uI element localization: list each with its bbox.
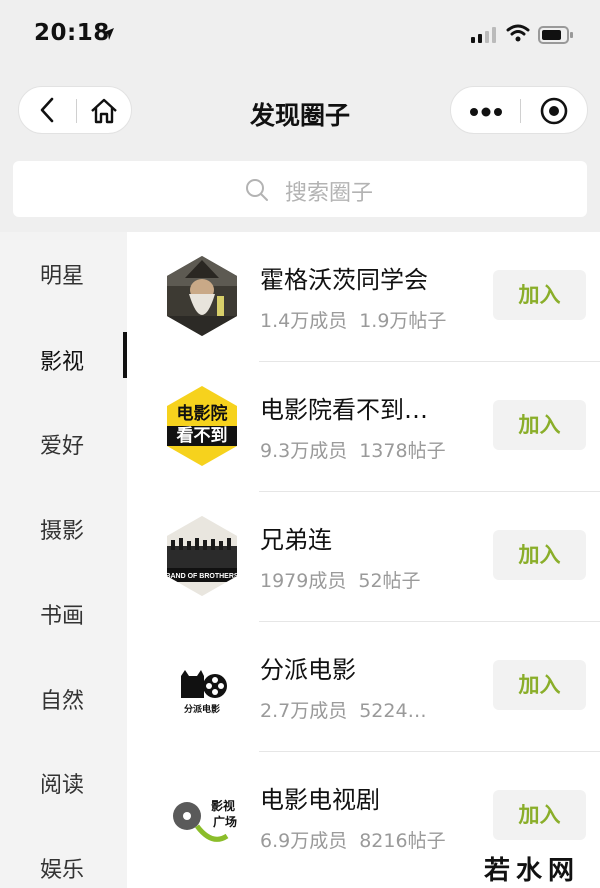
circle-avatar: BAND OF BROTHERS bbox=[167, 516, 237, 596]
location-arrow-icon bbox=[102, 28, 114, 40]
search-input[interactable]: 搜索圈子 bbox=[13, 161, 587, 217]
sidebar-item-label: 娱乐 bbox=[40, 858, 85, 883]
circle-avatar: 电影院 看不到 bbox=[167, 386, 237, 466]
circle-name: 分派电影 bbox=[260, 656, 356, 684]
list-item[interactable]: 霍格沃茨同学会 1.4万成员 1.9万帖子 加入 bbox=[127, 232, 600, 362]
sidebar-item-photography[interactable]: 摄影 bbox=[0, 499, 127, 559]
post-count: 1378帖子 bbox=[359, 440, 446, 462]
sidebar-item-label: 明星 bbox=[40, 264, 85, 289]
circle-stats: 9.3万成员 1378帖子 bbox=[260, 436, 446, 463]
member-count: 6.9万成员 bbox=[260, 830, 348, 852]
circle-avatar: 影视 广场 bbox=[167, 776, 237, 856]
svg-text:影视: 影视 bbox=[211, 798, 235, 813]
post-count: 52帖子 bbox=[358, 570, 421, 592]
nav-divider bbox=[520, 99, 521, 123]
close-miniprogram-icon[interactable] bbox=[539, 96, 569, 126]
sidebar-item-reading[interactable]: 阅读 bbox=[0, 753, 127, 813]
sidebar-item-label: 书画 bbox=[40, 604, 85, 629]
sidebar-item-label: 自然 bbox=[40, 689, 85, 714]
sidebar-item-hobbies[interactable]: 爱好 bbox=[0, 414, 127, 474]
sidebar-item-entertainment[interactable]: 娱乐 bbox=[0, 838, 127, 888]
svg-text:广场: 广场 bbox=[213, 814, 237, 829]
post-count: 1.9万帖子 bbox=[359, 310, 447, 332]
site-watermark: 若水网 bbox=[484, 856, 581, 886]
search-placeholder: 搜索圈子 bbox=[285, 181, 374, 206]
join-button[interactable]: 加入 bbox=[493, 530, 586, 580]
status-bar: 20:18 bbox=[0, 0, 600, 70]
wizard-avatar-image bbox=[167, 256, 237, 336]
cat-film-reel-logo: 分派电影 bbox=[167, 646, 237, 726]
category-sidebar: 明星 影视 爱好 摄影 书画 自然 阅读 娱乐 bbox=[0, 232, 127, 888]
avatar-logo-text: 电影院 看不到 bbox=[167, 404, 237, 448]
circle-stats: 6.9万成员 8216帖子 bbox=[260, 826, 446, 853]
search-icon bbox=[246, 179, 268, 201]
circle-list: 霍格沃茨同学会 1.4万成员 1.9万帖子 加入 电影院 看不到 电影院看不到… … bbox=[127, 232, 600, 888]
sidebar-item-nature[interactable]: 自然 bbox=[0, 669, 127, 729]
circle-stats: 1979成员 52帖子 bbox=[260, 566, 421, 593]
list-item[interactable]: 分派电影 分派电影 2.7万成员 5224… 加入 bbox=[127, 622, 600, 752]
soldiers-poster-image: BAND OF BROTHERS bbox=[167, 516, 237, 596]
member-count: 2.7万成员 bbox=[260, 700, 348, 722]
battery-icon bbox=[538, 26, 573, 44]
circle-name: 兄弟连 bbox=[260, 526, 332, 554]
circle-name: 电影电视剧 bbox=[260, 786, 380, 814]
circle-stats: 1.4万成员 1.9万帖子 bbox=[260, 306, 446, 333]
member-count: 1.4万成员 bbox=[260, 310, 348, 332]
sidebar-item-label: 摄影 bbox=[40, 519, 85, 544]
more-dots-icon[interactable] bbox=[469, 107, 503, 117]
list-item[interactable]: 电影院 看不到 电影院看不到… 9.3万成员 1378帖子 加入 bbox=[127, 362, 600, 492]
join-button[interactable]: 加入 bbox=[493, 400, 586, 450]
list-item[interactable]: BAND OF BROTHERS 兄弟连 1979成员 52帖子 加入 bbox=[127, 492, 600, 622]
member-count: 9.3万成员 bbox=[260, 440, 348, 462]
join-button[interactable]: 加入 bbox=[493, 660, 586, 710]
post-count: 8216帖子 bbox=[359, 830, 446, 852]
circle-name: 电影院看不到… bbox=[260, 396, 428, 424]
svg-text:BAND OF BROTHERS: BAND OF BROTHERS bbox=[167, 573, 237, 580]
sidebar-item-label: 影视 bbox=[40, 350, 85, 375]
circle-avatar bbox=[167, 256, 237, 336]
wifi-icon bbox=[506, 24, 530, 42]
status-time: 20:18 bbox=[34, 20, 110, 46]
member-count: 1979成员 bbox=[260, 570, 347, 592]
sidebar-item-label: 阅读 bbox=[40, 773, 85, 798]
nav-capsule-right bbox=[450, 86, 588, 134]
sidebar-item-stars[interactable]: 明星 bbox=[0, 244, 127, 304]
circle-name: 霍格沃茨同学会 bbox=[260, 266, 428, 294]
circle-stats: 2.7万成员 5224… bbox=[260, 696, 427, 723]
sidebar-item-label: 爱好 bbox=[40, 434, 85, 459]
svg-text:分派电影: 分派电影 bbox=[184, 703, 220, 715]
cellular-signal-icon bbox=[471, 27, 496, 43]
film-square-logo: 影视 广场 bbox=[167, 776, 237, 856]
sidebar-item-film-tv[interactable]: 影视 bbox=[0, 330, 127, 390]
join-button[interactable]: 加入 bbox=[493, 790, 586, 840]
circle-avatar: 分派电影 bbox=[167, 646, 237, 726]
sidebar-item-painting[interactable]: 书画 bbox=[0, 584, 127, 644]
post-count: 5224… bbox=[359, 700, 427, 722]
join-button[interactable]: 加入 bbox=[493, 270, 586, 320]
